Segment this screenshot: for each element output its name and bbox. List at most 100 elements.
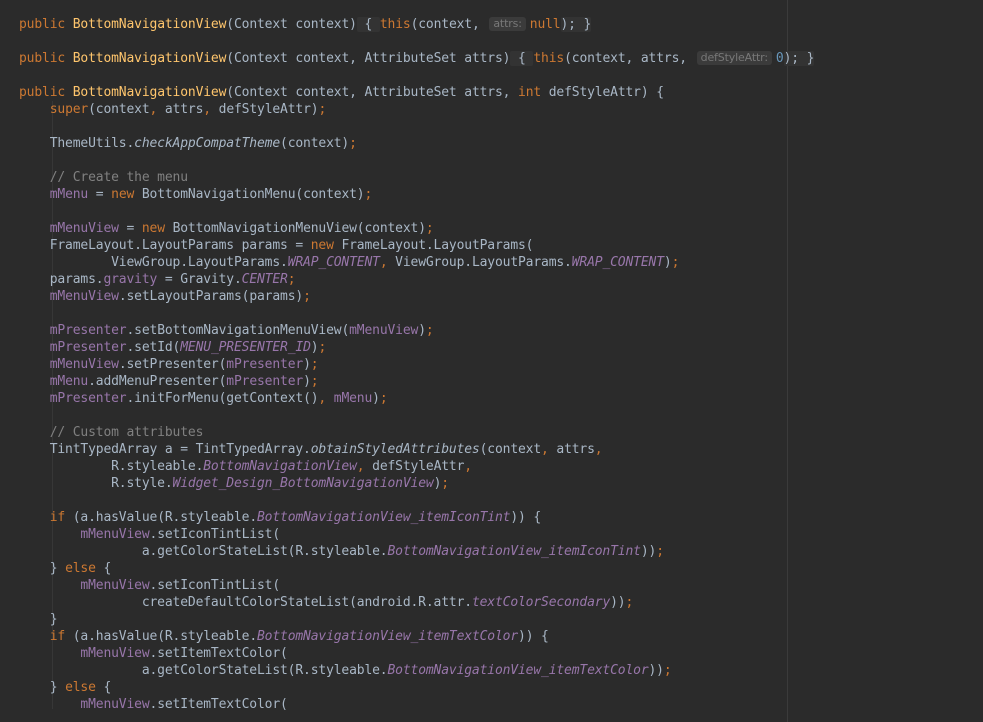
code-line[interactable]: mPresenter.setBottomNavigationMenuView(m… <box>19 322 814 339</box>
keyword-token: , <box>149 102 165 117</box>
code-line[interactable]: ​ <box>19 492 814 509</box>
folded-region[interactable]: ); } <box>783 51 814 66</box>
code-line[interactable]: mMenuView.setItemTextColor( <box>19 645 814 662</box>
code-line[interactable]: mMenuView.setItemTextColor( <box>19 696 814 713</box>
code-line[interactable]: mMenu.addMenuPresenter(mPresenter); <box>19 373 814 390</box>
code-line[interactable]: mPresenter.setId(MENU_PRESENTER_ID); <box>19 339 814 356</box>
folded-region[interactable]: ); } <box>560 17 591 32</box>
code-line[interactable]: public BottomNavigationView(Context cont… <box>19 16 814 33</box>
code-token: ViewGroup.LayoutParams. <box>19 255 288 270</box>
code-line[interactable]: ​ <box>19 33 814 50</box>
code-line[interactable]: a.getColorStateList(R.styleable.BottomNa… <box>19 662 814 679</box>
code-line[interactable]: mMenu = new BottomNavigationMenu(context… <box>19 186 814 203</box>
code-token: (context <box>479 442 542 457</box>
code-line[interactable]: createDefaultColorStateList(android.R.at… <box>19 594 814 611</box>
code-line[interactable]: mMenuView = new BottomNavigationMenuView… <box>19 220 814 237</box>
code-token: (Context context, AttributeSet attrs, <box>226 85 519 100</box>
static-field-token: BottomNavigationView_itemTextColor <box>387 663 649 678</box>
code-line[interactable]: public BottomNavigationView(Context cont… <box>19 84 814 101</box>
keyword-token: super <box>49 102 89 117</box>
keyword-token: ; <box>310 374 319 389</box>
static-field-token: BottomNavigationView <box>203 459 357 474</box>
code-line[interactable]: params.gravity = Gravity.CENTER; <box>19 271 814 288</box>
code-token: defStyleAttr) <box>218 102 319 117</box>
keyword-token: new <box>141 221 173 236</box>
code-line[interactable]: public BottomNavigationView(Context cont… <box>19 50 814 67</box>
field-token: mMenuView <box>49 357 119 372</box>
comment-token: // Create the menu <box>19 170 188 185</box>
keyword-token: if <box>49 629 73 644</box>
code-line[interactable]: ​ <box>19 152 814 169</box>
keyword-token: , <box>356 459 373 474</box>
static-field-token: BottomNavigationView_itemTextColor <box>257 629 519 644</box>
code-token: (context, attrs, <box>564 51 695 66</box>
keyword-token: ; <box>425 323 434 338</box>
static-field-token: WRAP_CONTENT <box>287 255 380 270</box>
code-line[interactable]: R.styleable.BottomNavigationView, defSty… <box>19 458 814 475</box>
code-token: )) <box>610 595 626 610</box>
keyword-token: public <box>19 17 73 32</box>
keyword-token: , <box>464 459 472 474</box>
keyword-token: null <box>529 17 561 32</box>
folded-region[interactable]: { <box>356 17 380 32</box>
code-line[interactable]: ​ <box>19 118 814 135</box>
code-token: { <box>103 680 112 695</box>
keyword-token: , <box>203 102 219 117</box>
code-line[interactable]: if (a.hasValue(R.styleable.BottomNavigat… <box>19 509 814 526</box>
keyword-token: ; <box>425 221 434 236</box>
keyword-token: new <box>310 238 342 253</box>
code-token: (Context context, AttributeSet attrs) <box>226 51 511 66</box>
folded-region[interactable]: { <box>510 51 534 66</box>
code-line[interactable]: ​ <box>19 203 814 220</box>
field-token: mMenu <box>49 187 89 202</box>
code-line[interactable]: TintTypedArray a = TintTypedArray.obtain… <box>19 441 814 458</box>
code-line[interactable]: mPresenter.initForMenu(getContext(), mMe… <box>19 390 814 407</box>
code-area[interactable]: public BottomNavigationView (Context cont… <box>19 16 814 713</box>
code-line[interactable]: mMenuView.setPresenter(mPresenter); <box>19 356 814 373</box>
keyword-token: ; <box>671 255 680 270</box>
code-line[interactable]: super(context, attrs, defStyleAttr); <box>19 101 814 118</box>
code-token: = <box>118 221 142 236</box>
code-line[interactable]: if (a.hasValue(R.styleable.BottomNavigat… <box>19 628 814 645</box>
keyword-token: , <box>594 442 603 457</box>
static-field-token: CENTER <box>241 272 288 287</box>
field-token: mMenuView <box>80 646 150 661</box>
code-token: (context, <box>410 17 488 32</box>
code-line[interactable]: mMenuView.setIconTintList( <box>19 577 814 594</box>
code-line[interactable]: ViewGroup.LayoutParams.WRAP_CONTENT, Vie… <box>19 254 814 271</box>
code-line[interactable]: mMenuView.setIconTintList( <box>19 526 814 543</box>
code-line[interactable]: } else { <box>19 679 814 696</box>
code-line[interactable]: mMenuView.setLayoutParams(params); <box>19 288 814 305</box>
code-line[interactable]: R.style.Widget_Design_BottomNavigationVi… <box>19 475 814 492</box>
static-field-token: MENU_PRESENTER_ID <box>180 340 311 355</box>
code-line[interactable]: ThemeUtils.checkAppCompatTheme(context); <box>19 135 814 152</box>
code-editor[interactable]: public BottomNavigationView (Context cont… <box>0 0 983 722</box>
code-line[interactable]: // Create the menu <box>19 169 814 186</box>
code-line[interactable]: ​ <box>19 407 814 424</box>
code-line[interactable]: } <box>19 611 814 628</box>
code-token: (Context context) <box>226 17 357 32</box>
code-token: .setItemTextColor( <box>149 646 288 661</box>
field-token: mPresenter <box>49 391 127 406</box>
keyword-token: new <box>111 187 142 202</box>
field-token: mMenuView <box>349 323 419 338</box>
parameter-hint: attrs: <box>489 17 526 31</box>
static-field-token: Widget_Design_BottomNavigationView <box>172 476 434 491</box>
code-line[interactable]: ​ <box>19 67 814 84</box>
keyword-token: ; <box>663 663 672 678</box>
field-token: mMenuView <box>80 527 150 542</box>
code-token: )) <box>648 663 665 678</box>
code-token: } <box>19 612 58 627</box>
code-line[interactable]: a.getColorStateList(R.styleable.BottomNa… <box>19 543 814 560</box>
code-line[interactable]: ​ <box>19 305 814 322</box>
code-line[interactable]: } else { <box>19 560 814 577</box>
field-token: mMenu <box>49 374 89 389</box>
code-line[interactable]: FrameLayout.LayoutParams params = new Fr… <box>19 237 814 254</box>
code-line[interactable]: // Custom attributes <box>19 424 814 441</box>
